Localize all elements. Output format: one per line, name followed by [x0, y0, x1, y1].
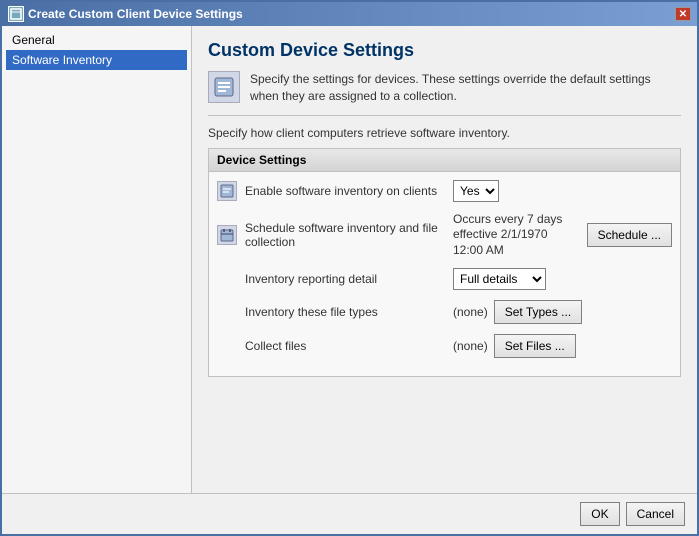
sidebar: General Software Inventory	[2, 26, 192, 493]
sidebar-item-software-inventory[interactable]: Software Inventory	[6, 50, 187, 70]
row-file-types: Inventory these file types (none) Set Ty…	[217, 300, 672, 324]
collect-files-value: (none)	[453, 339, 488, 353]
title-bar-left: Create Custom Client Device Settings	[8, 6, 243, 22]
device-settings-header: Device Settings	[209, 149, 680, 172]
page-title: Custom Device Settings	[208, 40, 681, 61]
title-bar: Create Custom Client Device Settings ✕	[2, 2, 697, 26]
device-settings-section: Device Settings Enable software inventor…	[208, 148, 681, 378]
row3-control: Full details Product only No details	[453, 268, 546, 290]
intro-text: Specify the settings for devices. These …	[250, 71, 681, 105]
enable-inventory-dropdown[interactable]: Yes No	[453, 180, 499, 202]
row-collect-files: Collect files (none) Set Files ...	[217, 334, 672, 358]
section-description: Specify how client computers retrieve so…	[208, 126, 681, 140]
row2-label: Schedule software inventory and file col…	[245, 221, 445, 249]
window-title: Create Custom Client Device Settings	[28, 7, 243, 21]
intro-icon	[208, 71, 240, 103]
main-content: Custom Device Settings Specify the setti…	[192, 26, 697, 493]
row1-icon	[217, 181, 237, 201]
set-types-button[interactable]: Set Types ...	[494, 300, 582, 324]
set-files-button[interactable]: Set Files ...	[494, 334, 576, 358]
row2-icon	[217, 225, 237, 245]
row4-control: (none) Set Types ...	[453, 300, 582, 324]
row2-control: Occurs every 7 days effective 2/1/1970 1…	[453, 212, 672, 259]
window-body: General Software Inventory Custom Device…	[2, 26, 697, 493]
row-schedule: Schedule software inventory and file col…	[217, 212, 672, 259]
schedule-button[interactable]: Schedule ...	[587, 223, 672, 247]
ok-button[interactable]: OK	[580, 502, 619, 526]
row-enable-inventory: Enable software inventory on clients Yes…	[217, 180, 672, 202]
close-button[interactable]: ✕	[675, 7, 691, 21]
row-reporting-detail: Inventory reporting detail Full details …	[217, 268, 672, 290]
sidebar-item-general[interactable]: General	[6, 30, 187, 50]
file-types-value: (none)	[453, 305, 488, 319]
intro-section: Specify the settings for devices. These …	[208, 71, 681, 116]
row4-label: Inventory these file types	[245, 305, 445, 319]
reporting-detail-dropdown[interactable]: Full details Product only No details	[453, 268, 546, 290]
row5-control: (none) Set Files ...	[453, 334, 576, 358]
row1-control: Yes No	[453, 180, 499, 202]
cancel-button[interactable]: Cancel	[626, 502, 685, 526]
row3-label: Inventory reporting detail	[245, 272, 445, 286]
window-icon	[8, 6, 24, 22]
device-settings-body: Enable software inventory on clients Yes…	[209, 172, 680, 377]
main-window: Create Custom Client Device Settings ✕ G…	[0, 0, 699, 536]
row5-label: Collect files	[245, 339, 445, 353]
footer: OK Cancel	[2, 493, 697, 534]
schedule-info: Occurs every 7 days effective 2/1/1970 1…	[453, 212, 581, 259]
row1-label: Enable software inventory on clients	[245, 184, 445, 198]
